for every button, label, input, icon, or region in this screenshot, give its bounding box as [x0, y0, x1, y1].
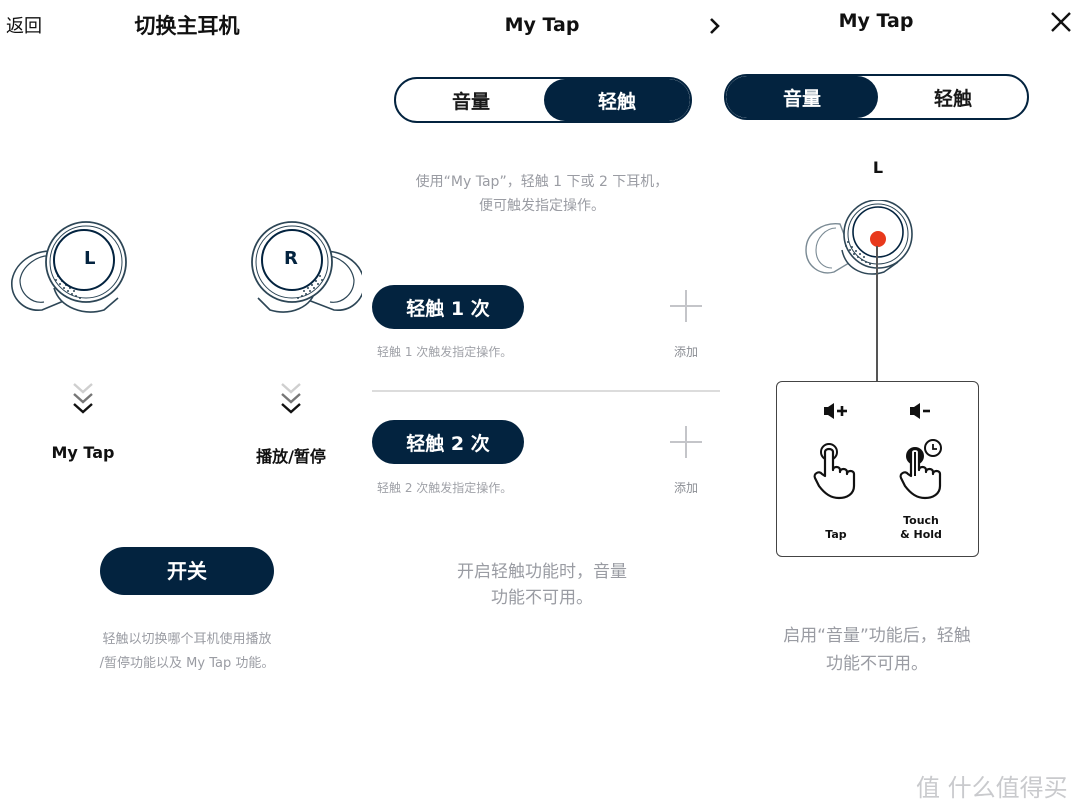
- add-icon[interactable]: [669, 289, 703, 323]
- tap-twice-description: 轻触 2 次触发指定操作。: [377, 481, 513, 495]
- note-line: 开启轻触功能时，音量: [457, 562, 627, 582]
- add-button[interactable]: 添加: [666, 343, 706, 360]
- hint-text: 轻触以切换哪个耳机使用播放 /暂停功能以及 My Tap 功能。: [60, 628, 314, 676]
- left-earbud-icon: [11, 221, 127, 313]
- right-function-label: 播放/暂停: [256, 447, 326, 466]
- volume-up-icon: [824, 403, 847, 419]
- left-earbud[interactable]: L: [8, 218, 148, 328]
- my-tap-volume-panel: My Tap 音量 轻触 L Tap Touch & Hold 启用“音量”功能…: [724, 0, 1080, 809]
- touch-note: 开启轻触功能时，音量 功能不可用。: [392, 559, 692, 611]
- earbud-icon: [805, 200, 913, 275]
- intro-text: 使用“My Tap”，轻触 1 下或 2 下耳机， 便可触发指定操作。: [372, 170, 712, 218]
- right-earbud[interactable]: R: [246, 218, 362, 328]
- add-button[interactable]: 添加: [666, 479, 706, 496]
- switch-primary-panel: 返回 切换主耳机 L R My Tap 播放/暂停 开关 轻触以切换哪个耳机使用…: [0, 0, 362, 809]
- chevrons-down-icon: [73, 383, 93, 414]
- touch-hold-label-line: Touch: [903, 514, 939, 527]
- volume-note: 启用“音量”功能后，轻触 功能不可用。: [754, 622, 1000, 678]
- tab-touch[interactable]: 轻触: [544, 79, 690, 121]
- left-function-label: My Tap: [51, 443, 115, 462]
- tap-label: Tap: [825, 528, 847, 541]
- note-line: 启用“音量”功能后，轻触: [783, 626, 971, 646]
- close-icon[interactable]: [1050, 11, 1072, 33]
- right-bud-letter: R: [284, 248, 298, 269]
- chevrons-down-icon: [281, 383, 301, 414]
- page-title: 切换主耳机: [134, 14, 240, 38]
- volume-down-icon: [910, 403, 930, 419]
- tap-gesture-icon: [813, 443, 856, 500]
- chevron-right-icon[interactable]: [709, 16, 721, 36]
- touch-hold-gesture-icon: [899, 439, 942, 500]
- mode-toggle[interactable]: 音量 轻触: [724, 74, 1029, 120]
- touch-hold-label: Touch & Hold: [893, 514, 949, 542]
- mode-toggle[interactable]: 音量 轻触: [394, 77, 692, 123]
- page-title: My Tap: [504, 14, 580, 36]
- tap-once-button[interactable]: 轻触 1 次: [372, 285, 524, 329]
- touch-hold-label-line: & Hold: [900, 528, 942, 541]
- connector-line: [876, 246, 878, 382]
- add-icon[interactable]: [669, 425, 703, 459]
- page-title: My Tap: [838, 10, 914, 32]
- note-line: 功能不可用。: [491, 588, 593, 608]
- tap-twice-button[interactable]: 轻触 2 次: [372, 420, 524, 464]
- hint-line: 轻触以切换哪个耳机使用播放: [102, 632, 272, 647]
- right-earbud-icon: [251, 221, 362, 313]
- tab-touch[interactable]: 轻触: [878, 76, 1027, 118]
- divider: [372, 390, 720, 392]
- hint-line: /暂停功能以及 My Tap 功能。: [99, 656, 275, 671]
- earbud-side-label: L: [872, 158, 884, 177]
- tab-volume[interactable]: 音量: [726, 76, 878, 118]
- my-tap-touch-panel: My Tap 音量 轻触 使用“My Tap”，轻触 1 下或 2 下耳机， 便…: [362, 0, 724, 809]
- left-bud-letter: L: [84, 248, 96, 269]
- intro-line: 便可触发指定操作。: [479, 198, 605, 214]
- switch-button[interactable]: 开关: [100, 547, 274, 595]
- note-line: 功能不可用。: [826, 654, 928, 674]
- intro-line: 使用“My Tap”，轻触 1 下或 2 下耳机，: [415, 174, 669, 190]
- touch-indicator: [870, 231, 886, 247]
- watermark: 值 什么值得买: [916, 774, 1068, 802]
- tab-volume[interactable]: 音量: [396, 79, 546, 121]
- gesture-card: Tap Touch & Hold: [776, 381, 979, 557]
- tap-once-description: 轻触 1 次触发指定操作。: [377, 345, 513, 359]
